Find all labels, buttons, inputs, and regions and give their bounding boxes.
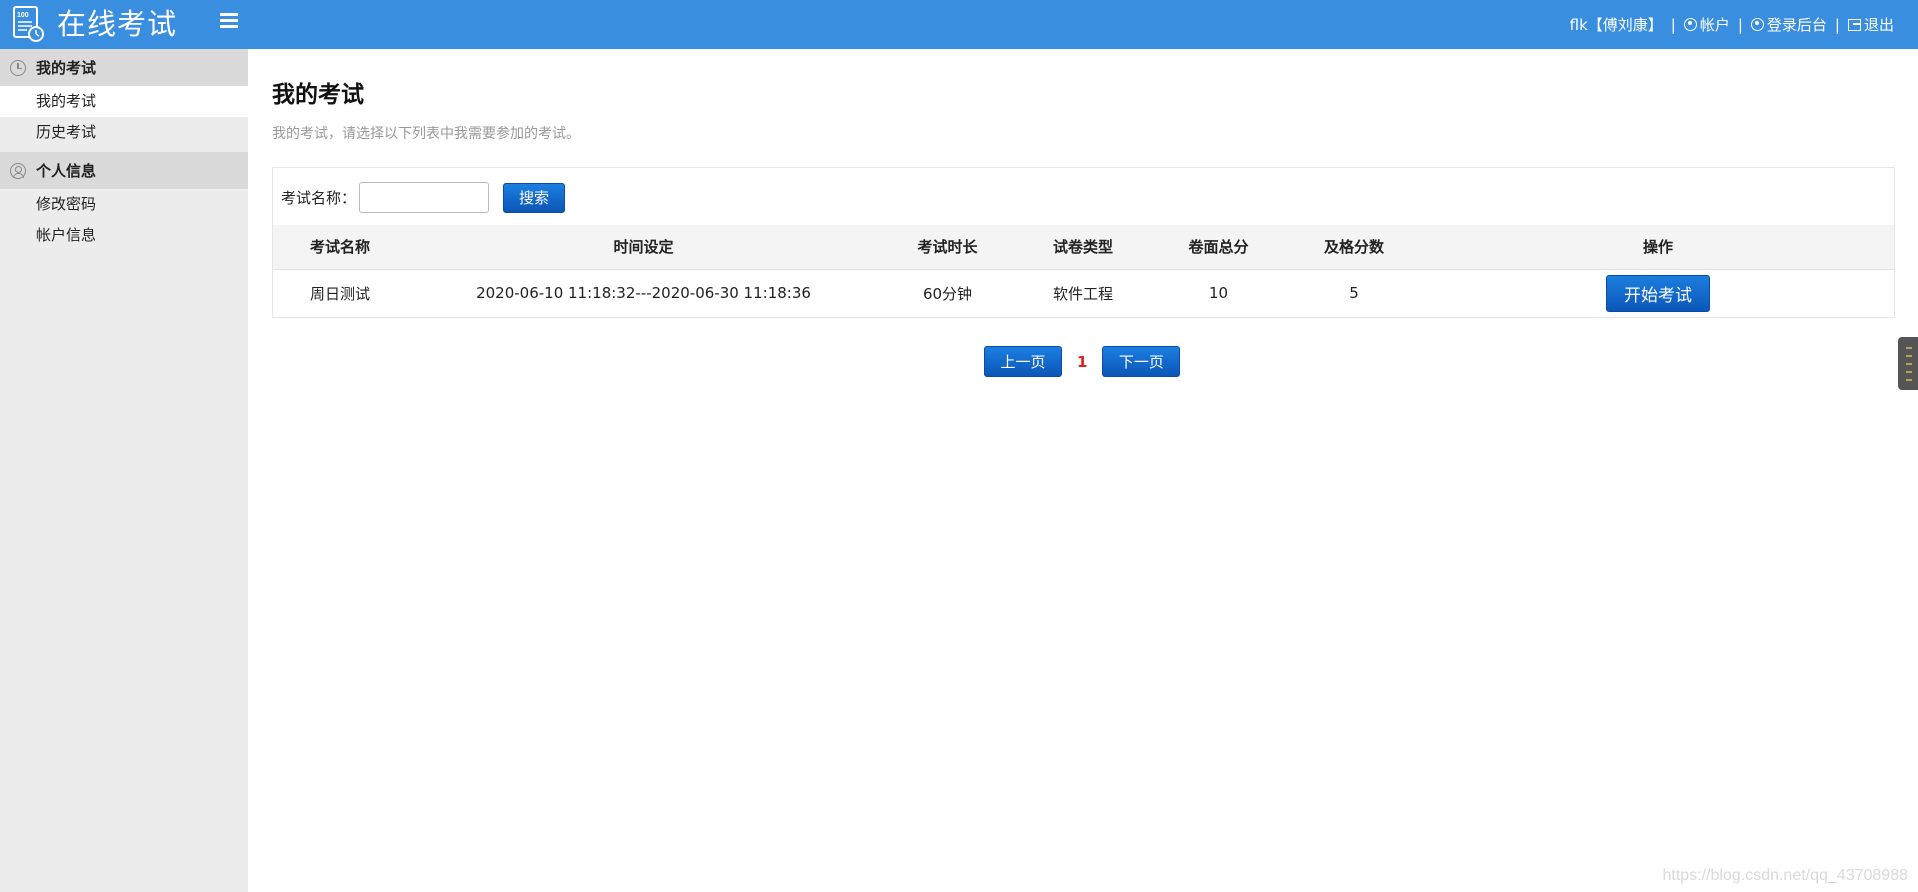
- logout-icon: [1847, 18, 1861, 31]
- logout-label: 退出: [1863, 16, 1894, 34]
- menu-toggle-icon[interactable]: [220, 13, 238, 31]
- sidebar-group-personal-info[interactable]: 个人信息: [0, 152, 248, 189]
- search-label: 考试名称：: [281, 189, 357, 207]
- logout-link[interactable]: 退出: [1847, 14, 1894, 35]
- exam-total-cell: 10: [1208, 284, 1229, 303]
- account-icon: [1683, 18, 1697, 31]
- sidebar-group-label: 个人信息: [36, 162, 97, 180]
- exam-time-cell: 2020-06-10 11:18:32---2020-06-30 11:18:3…: [476, 284, 811, 303]
- page-title: 我的考试: [272, 82, 364, 108]
- prev-page-button[interactable]: 上一页: [984, 346, 1062, 377]
- exam-type-cell: 软件工程: [1052, 284, 1113, 303]
- column-header-pass: 及格分数: [1286, 225, 1422, 270]
- sidebar-group-my-exams[interactable]: 我的考试: [0, 49, 248, 86]
- user-name: flk【傅刘康】: [1569, 16, 1663, 34]
- table-row: 周日测试 2020-06-10 11:18:32---2020-06-30 11…: [273, 269, 1894, 317]
- exam-action-cell: 开始考试: [1422, 269, 1894, 317]
- clock-icon: [10, 59, 26, 76]
- main-content: 我的考试 我的考试，请选择以下列表中我需要参加的考试。 考试名称： 搜索 考试名…: [248, 49, 1918, 892]
- exam-logo-icon: 100: [13, 6, 44, 42]
- current-page-number[interactable]: 1: [1077, 353, 1087, 371]
- column-header-type: 试卷类型: [1015, 225, 1151, 270]
- watermark: https://blog.csdn.net/qq_43708988: [1662, 867, 1908, 884]
- sidebar-item-account-info[interactable]: 帐户信息: [0, 220, 248, 251]
- sidebar-item-change-password[interactable]: 修改密码: [0, 189, 248, 220]
- svg-text:100: 100: [17, 12, 29, 19]
- column-header-duration: 考试时长: [880, 225, 1015, 270]
- column-header-name: 考试名称: [273, 225, 407, 270]
- admin-icon: [1750, 18, 1764, 31]
- sidebar-item-my-exams[interactable]: 我的考试: [0, 86, 248, 117]
- column-header-action: 操作: [1422, 225, 1894, 270]
- exam-table: 考试名称 时间设定 考试时长 试卷类型 卷面总分 及格分数 操作 周日测试 20…: [273, 225, 1894, 317]
- exam-list-panel: 考试名称： 搜索 考试名称 时间设定 考试时长 试卷类型 卷面总分 及格分数 操…: [272, 167, 1895, 318]
- exam-name-cell: 周日测试: [309, 284, 370, 303]
- account-link-label: 帐户: [1699, 16, 1730, 34]
- column-header-total: 卷面总分: [1151, 225, 1286, 270]
- next-page-button[interactable]: 下一页: [1102, 346, 1181, 377]
- app-title: 在线考试: [57, 7, 178, 41]
- top-bar: 100 在线考试 flk【傅刘康】 | 帐户 | 登录后台 | 退出: [0, 0, 1918, 49]
- sidebar-group-label: 我的考试: [36, 59, 97, 77]
- column-header-time: 时间设定: [407, 225, 880, 270]
- exam-pass-cell: 5: [1349, 284, 1359, 303]
- exam-duration-cell: 60分钟: [922, 284, 973, 303]
- account-link[interactable]: 帐户: [1683, 14, 1730, 35]
- sidebar-item-exam-history[interactable]: 历史考试: [0, 117, 248, 148]
- search-bar: 考试名称： 搜索: [281, 182, 566, 213]
- page-description: 我的考试，请选择以下列表中我需要参加的考试。: [272, 126, 580, 142]
- user-icon: [10, 162, 26, 179]
- top-links: flk【傅刘康】 | 帐户 | 登录后台 | 退出: [1569, 14, 1894, 35]
- pagination: 上一页 1 下一页: [984, 346, 1181, 377]
- start-exam-button[interactable]: 开始考试: [1606, 274, 1710, 312]
- admin-login-link[interactable]: 登录后台: [1750, 14, 1827, 35]
- search-button[interactable]: 搜索: [503, 182, 566, 213]
- floating-side-tab[interactable]: [1898, 337, 1918, 390]
- sidebar: 我的考试 我的考试 历史考试 个人信息 修改密码 帐户信息: [0, 49, 248, 892]
- table-header-row: 考试名称 时间设定 考试时长 试卷类型 卷面总分 及格分数 操作: [273, 225, 1894, 270]
- exam-name-search-input[interactable]: [359, 182, 490, 213]
- admin-login-label: 登录后台: [1766, 16, 1827, 34]
